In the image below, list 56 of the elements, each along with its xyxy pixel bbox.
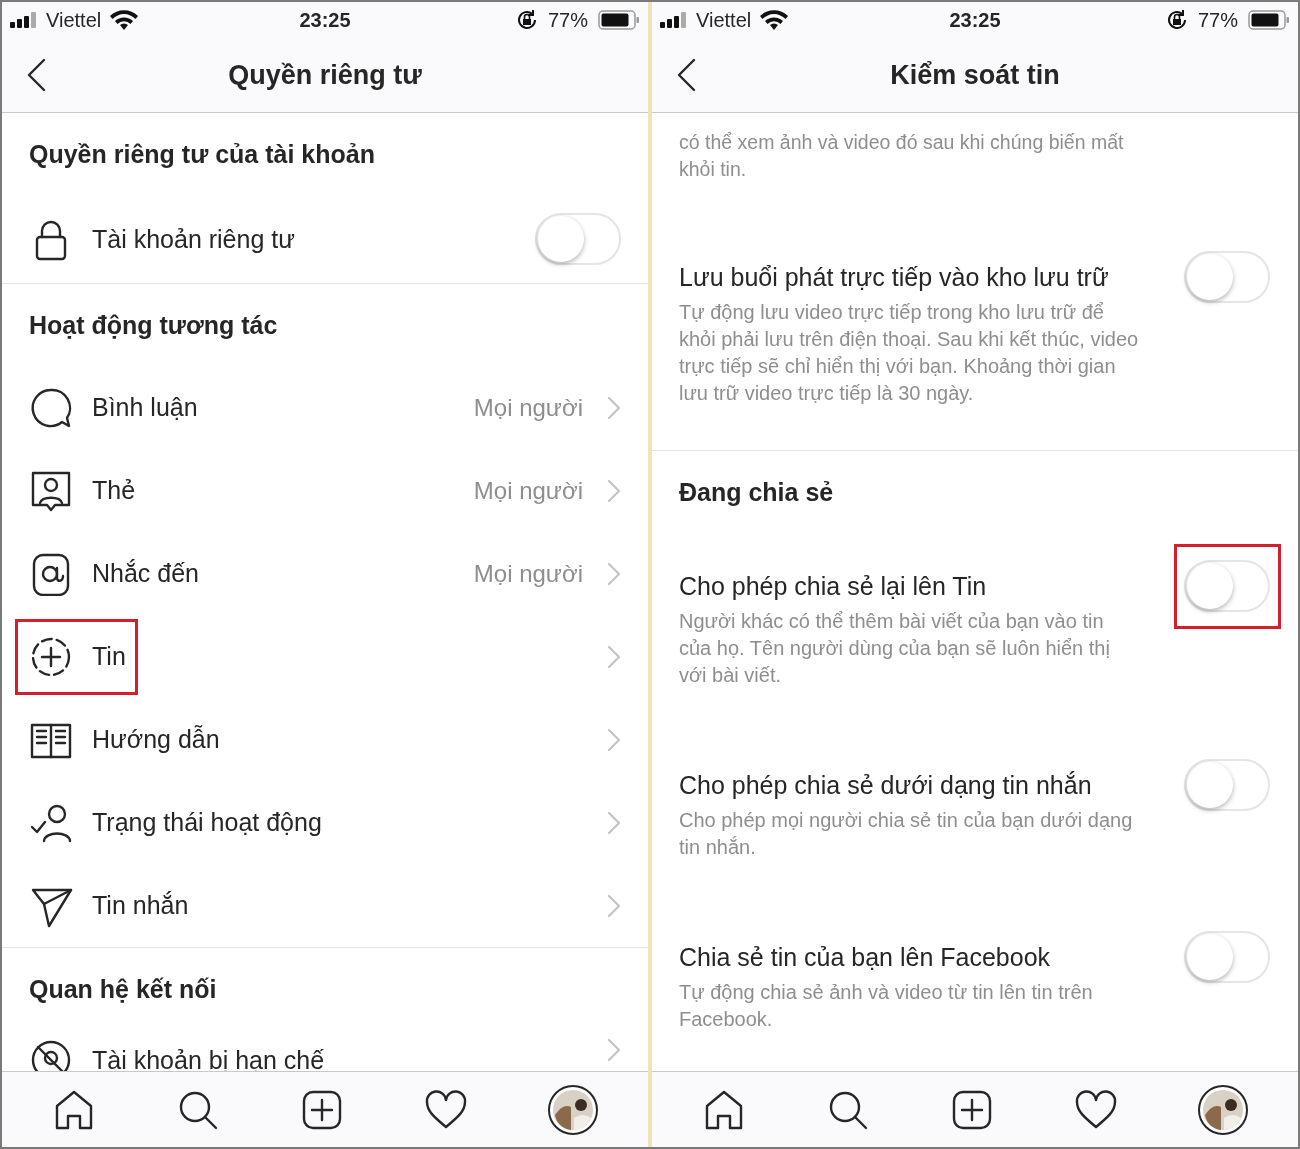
screen-title: Quyền riêng tư	[228, 59, 422, 91]
setting-title: Cho phép chia sẻ lại lên Tin	[679, 571, 988, 601]
chevron-icon	[607, 395, 621, 420]
clock-time: 23:25	[298, 8, 352, 32]
battery-percentage: 77%	[547, 8, 588, 32]
setting-value: Mọi người	[473, 393, 583, 422]
section-header: Đang chia sẻ	[679, 477, 834, 507]
setting-description: Tự động lưu video trực tiếp trong kho lưu trữ để khỏi phải lưu trên điện thoại. Sau khi kết thúc, video trực tiếp sẽ chỉ hiển thị với bạn. Khoảng thời gian lưu trữ video trực tiếp là 30 ngày.	[679, 300, 1140, 406]
rotation-lock-icon	[1165, 9, 1188, 31]
toggle-switch[interactable]	[1184, 560, 1270, 612]
chevron-icon	[607, 1038, 621, 1062]
chevron-icon	[607, 727, 621, 752]
toggle-switch[interactable]	[1184, 759, 1270, 811]
setting-label[interactable]: Thẻ	[92, 476, 136, 505]
toggle-switch[interactable]	[1184, 251, 1270, 303]
setting-label[interactable]: Tin	[92, 642, 126, 671]
carrier-name: Viettel	[696, 8, 752, 32]
setting-description: Người khác có thể thêm bài viết của bạn vào tin của họ. Tên người dùng của bạn sẽ luôn hiển thị với bài viết.	[679, 609, 1111, 688]
restricted-icon	[29, 1038, 73, 1071]
setting-value: Mọi người	[473, 476, 583, 505]
section-header: Quyền riêng tư của tài khoản	[29, 139, 375, 169]
setting-label[interactable]: Bình luận	[92, 393, 198, 422]
toggle-switch[interactable]	[1184, 931, 1270, 983]
setting-label[interactable]: Tin nhắn	[92, 891, 189, 920]
chevron-icon	[607, 893, 621, 918]
setting-title: Cho phép chia sẻ dưới dạng tin nhắn	[679, 770, 1093, 800]
chevron-icon	[607, 478, 621, 503]
avatar-icon[interactable]	[548, 1084, 598, 1135]
rotation-lock-icon	[515, 9, 538, 31]
setting-description: Tự động chia sẻ ảnh và video từ tin lên tin trên Facebook.	[679, 980, 1094, 1032]
battery-percentage: 77%	[1197, 8, 1238, 32]
signal-icon	[660, 12, 688, 28]
setting-label[interactable]: Tài khoản riêng tư	[92, 224, 295, 254]
chevron-icon	[607, 810, 621, 835]
toggle-switch[interactable]	[535, 213, 621, 265]
setting-title: Chia sẻ tin của bạn lên Facebook	[679, 942, 1052, 972]
section-header: Quan hệ kết nối	[29, 974, 217, 1004]
setting-label[interactable]: Trạng thái hoạt động	[92, 808, 322, 837]
carrier-name: Viettel	[46, 8, 102, 32]
chevron-icon	[607, 561, 621, 586]
setting-label[interactable]: Hướng dẫn	[92, 725, 220, 754]
section-header: Hoạt động tương tác	[29, 310, 278, 340]
clock-time: 23:25	[948, 8, 1002, 32]
setting-value: Mọi người	[473, 559, 583, 588]
setting-description: có thể xem ảnh và video đó sau khi chúng biến mất khỏi tin.	[678, 130, 1125, 182]
setting-label[interactable]: Nhắc đến	[92, 559, 200, 588]
signal-icon	[10, 12, 38, 28]
setting-description: Cho phép mọi người chia sẻ tin của bạn dưới dạng tin nhắn.	[679, 808, 1134, 860]
wifi-icon	[109, 9, 140, 31]
wifi-icon	[759, 9, 790, 31]
chevron-icon	[607, 644, 621, 669]
avatar-icon[interactable]	[1198, 1084, 1248, 1135]
screen-title: Kiểm soát tin	[890, 59, 1060, 91]
setting-title: Lưu buổi phát trực tiếp vào kho lưu trữ	[679, 262, 1110, 292]
battery-icon	[598, 10, 640, 30]
battery-icon	[1248, 10, 1290, 30]
